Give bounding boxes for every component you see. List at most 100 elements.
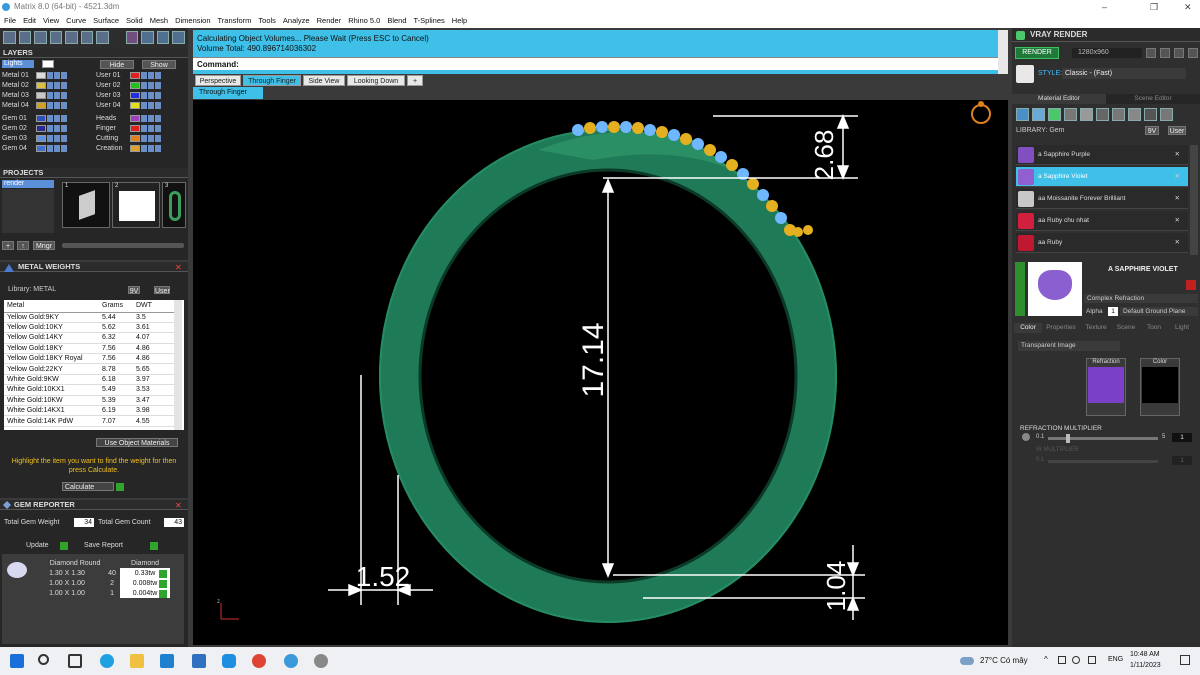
notification-icon[interactable] xyxy=(1180,655,1190,665)
layer-eye-icon[interactable] xyxy=(141,72,147,79)
table-row[interactable]: White Gold:10KX1 5.49 3.53 xyxy=(4,384,174,396)
layer-print-icon[interactable] xyxy=(155,135,161,142)
layer-eye-icon[interactable] xyxy=(47,72,53,79)
grid-tool-icon[interactable] xyxy=(18,31,32,44)
gem-row-go-icon[interactable] xyxy=(159,590,167,598)
close-icon[interactable]: ✕ xyxy=(1184,0,1192,14)
layer-lock-icon[interactable] xyxy=(54,145,60,152)
tab-perspective[interactable]: Perspective xyxy=(195,75,241,86)
table-row[interactable]: Yellow Gold:22KY 8.78 5.65 xyxy=(4,363,174,375)
copy-icon[interactable] xyxy=(1112,108,1125,121)
layer-print-icon[interactable] xyxy=(61,92,67,99)
layer-eye-icon[interactable] xyxy=(141,115,147,122)
swatch-icon[interactable] xyxy=(1080,108,1093,121)
layer-lock-icon[interactable] xyxy=(54,115,60,122)
project-item[interactable]: render xyxy=(2,180,54,188)
material-item[interactable]: a Sapphire Purple ✕ xyxy=(1016,145,1188,165)
tab-through-finger[interactable]: Through Finger xyxy=(243,75,301,86)
transparent-image-select[interactable]: Transparent Image xyxy=(1018,341,1120,351)
layer-swatch[interactable] xyxy=(36,82,46,89)
layer-eye-icon[interactable] xyxy=(47,92,53,99)
layer-lock-icon[interactable] xyxy=(54,125,60,132)
layer-swatch[interactable] xyxy=(130,145,140,152)
layer-swatch[interactable] xyxy=(130,102,140,109)
layer-print-icon[interactable] xyxy=(155,102,161,109)
rhino-app-icon[interactable] xyxy=(314,654,328,668)
calculate-button[interactable]: Calculate xyxy=(62,482,114,491)
weather-text[interactable]: 27°C Có mây xyxy=(980,656,1028,665)
layer-eye-icon[interactable] xyxy=(141,135,147,142)
refresh-icon[interactable] xyxy=(1144,108,1157,121)
library-9v-toggle[interactable]: 9V xyxy=(1145,126,1159,135)
layer-print-icon[interactable] xyxy=(155,72,161,79)
layer-lock-icon[interactable] xyxy=(54,92,60,99)
up-project-button[interactable]: ↑ xyxy=(17,241,29,250)
table-row[interactable]: Yellow Gold:10KY 5.62 3.61 xyxy=(4,322,174,334)
ring-model-view[interactable]: 2.68 17.14 1.52 1.04 z xyxy=(193,100,1008,645)
layer-swatch[interactable] xyxy=(36,102,46,109)
layer-print-icon[interactable] xyxy=(61,102,67,109)
layer-row[interactable]: Metal 03 xyxy=(2,91,68,100)
save-report-button[interactable]: Save Report xyxy=(84,542,123,549)
show-button[interactable]: Show xyxy=(142,60,176,69)
menu-surface[interactable]: Surface xyxy=(93,14,119,28)
hide-button[interactable]: Hide xyxy=(100,60,134,69)
ring-view-icon[interactable] xyxy=(971,101,991,124)
layer-print-icon[interactable] xyxy=(61,72,67,79)
command-scrollbar[interactable] xyxy=(998,30,1008,74)
layer-row[interactable]: User 03 xyxy=(96,91,162,100)
mail-icon[interactable] xyxy=(192,654,206,668)
clock-date[interactable]: 1/11/2023 xyxy=(1130,662,1161,669)
project-thumb[interactable]: 1 xyxy=(62,182,110,228)
layer-lock-icon[interactable] xyxy=(54,72,60,79)
table-row[interactable]: White Gold:14K PdW 7.07 4.55 xyxy=(4,415,174,427)
gem-material-icon[interactable] xyxy=(1048,108,1061,121)
table-row[interactable]: 1.00 X 1.00 1 0.004tw xyxy=(30,588,170,598)
table-row[interactable]: Yellow Gold:18KY 7.56 4.86 xyxy=(4,343,174,355)
layer-swatch[interactable] xyxy=(130,82,140,89)
tab-material-editor[interactable]: Material Editor xyxy=(1012,94,1106,104)
color-slot[interactable]: Color xyxy=(1140,358,1180,416)
project-thumb[interactable]: 3 xyxy=(162,182,186,228)
layer-eye-icon[interactable] xyxy=(47,115,53,122)
table-row[interactable]: White Gold:9KW 6.18 3.97 xyxy=(4,374,174,386)
remove-icon[interactable]: ✕ xyxy=(1175,189,1180,209)
layer-swatch[interactable] xyxy=(36,145,46,152)
layer-swatch[interactable] xyxy=(130,115,140,122)
ground-plane-select[interactable]: Default Ground Plane xyxy=(1120,307,1198,316)
table-row[interactable]: Yellow Gold:9KY 5.44 3.5 xyxy=(4,312,174,323)
layer-eye-icon[interactable] xyxy=(47,125,53,132)
menu-dimension[interactable]: Dimension xyxy=(175,14,210,28)
calculate-go-icon[interactable] xyxy=(116,483,124,491)
file-explorer-icon[interactable] xyxy=(130,654,144,668)
preview-collapse-handle[interactable] xyxy=(1015,262,1025,316)
lights-layer[interactable]: Lights xyxy=(2,60,34,68)
maximize-icon[interactable]: ❐ xyxy=(1150,0,1158,14)
layer-lock-icon[interactable] xyxy=(148,92,154,99)
vray-option-icon[interactable] xyxy=(1146,48,1156,58)
layer-row[interactable]: Gem 03 xyxy=(2,134,68,143)
layer-swatch[interactable] xyxy=(36,72,46,79)
layer-row[interactable]: Finger xyxy=(96,124,162,133)
layer-lock-icon[interactable] xyxy=(148,82,154,89)
save-report-go-icon[interactable] xyxy=(150,542,158,550)
library-9v-toggle[interactable]: 9V xyxy=(128,286,140,295)
gem-row-go-icon[interactable] xyxy=(159,570,167,578)
refraction-multiplier-slider[interactable] xyxy=(1048,434,1158,443)
edge-icon[interactable] xyxy=(100,654,114,668)
minimize-icon[interactable]: – xyxy=(1102,0,1107,14)
layer-eye-icon[interactable] xyxy=(47,82,53,89)
tab-toon[interactable]: Toon xyxy=(1140,323,1168,333)
layer-lock-icon[interactable] xyxy=(148,72,154,79)
remove-icon[interactable]: ✕ xyxy=(1175,167,1180,187)
layer-swatch[interactable] xyxy=(130,92,140,99)
gem-row-go-icon[interactable] xyxy=(159,580,167,588)
remove-icon[interactable]: ✕ xyxy=(1175,211,1180,231)
layer-print-icon[interactable] xyxy=(61,125,67,132)
layer-row[interactable]: User 02 xyxy=(96,81,162,90)
tab-looking-down[interactable]: Looking Down xyxy=(347,75,405,86)
tab-properties[interactable]: Properties xyxy=(1042,323,1080,333)
library-user-toggle[interactable]: User xyxy=(1168,126,1186,135)
layer-lock-icon[interactable] xyxy=(148,145,154,152)
layer-eye-icon[interactable] xyxy=(47,102,53,109)
